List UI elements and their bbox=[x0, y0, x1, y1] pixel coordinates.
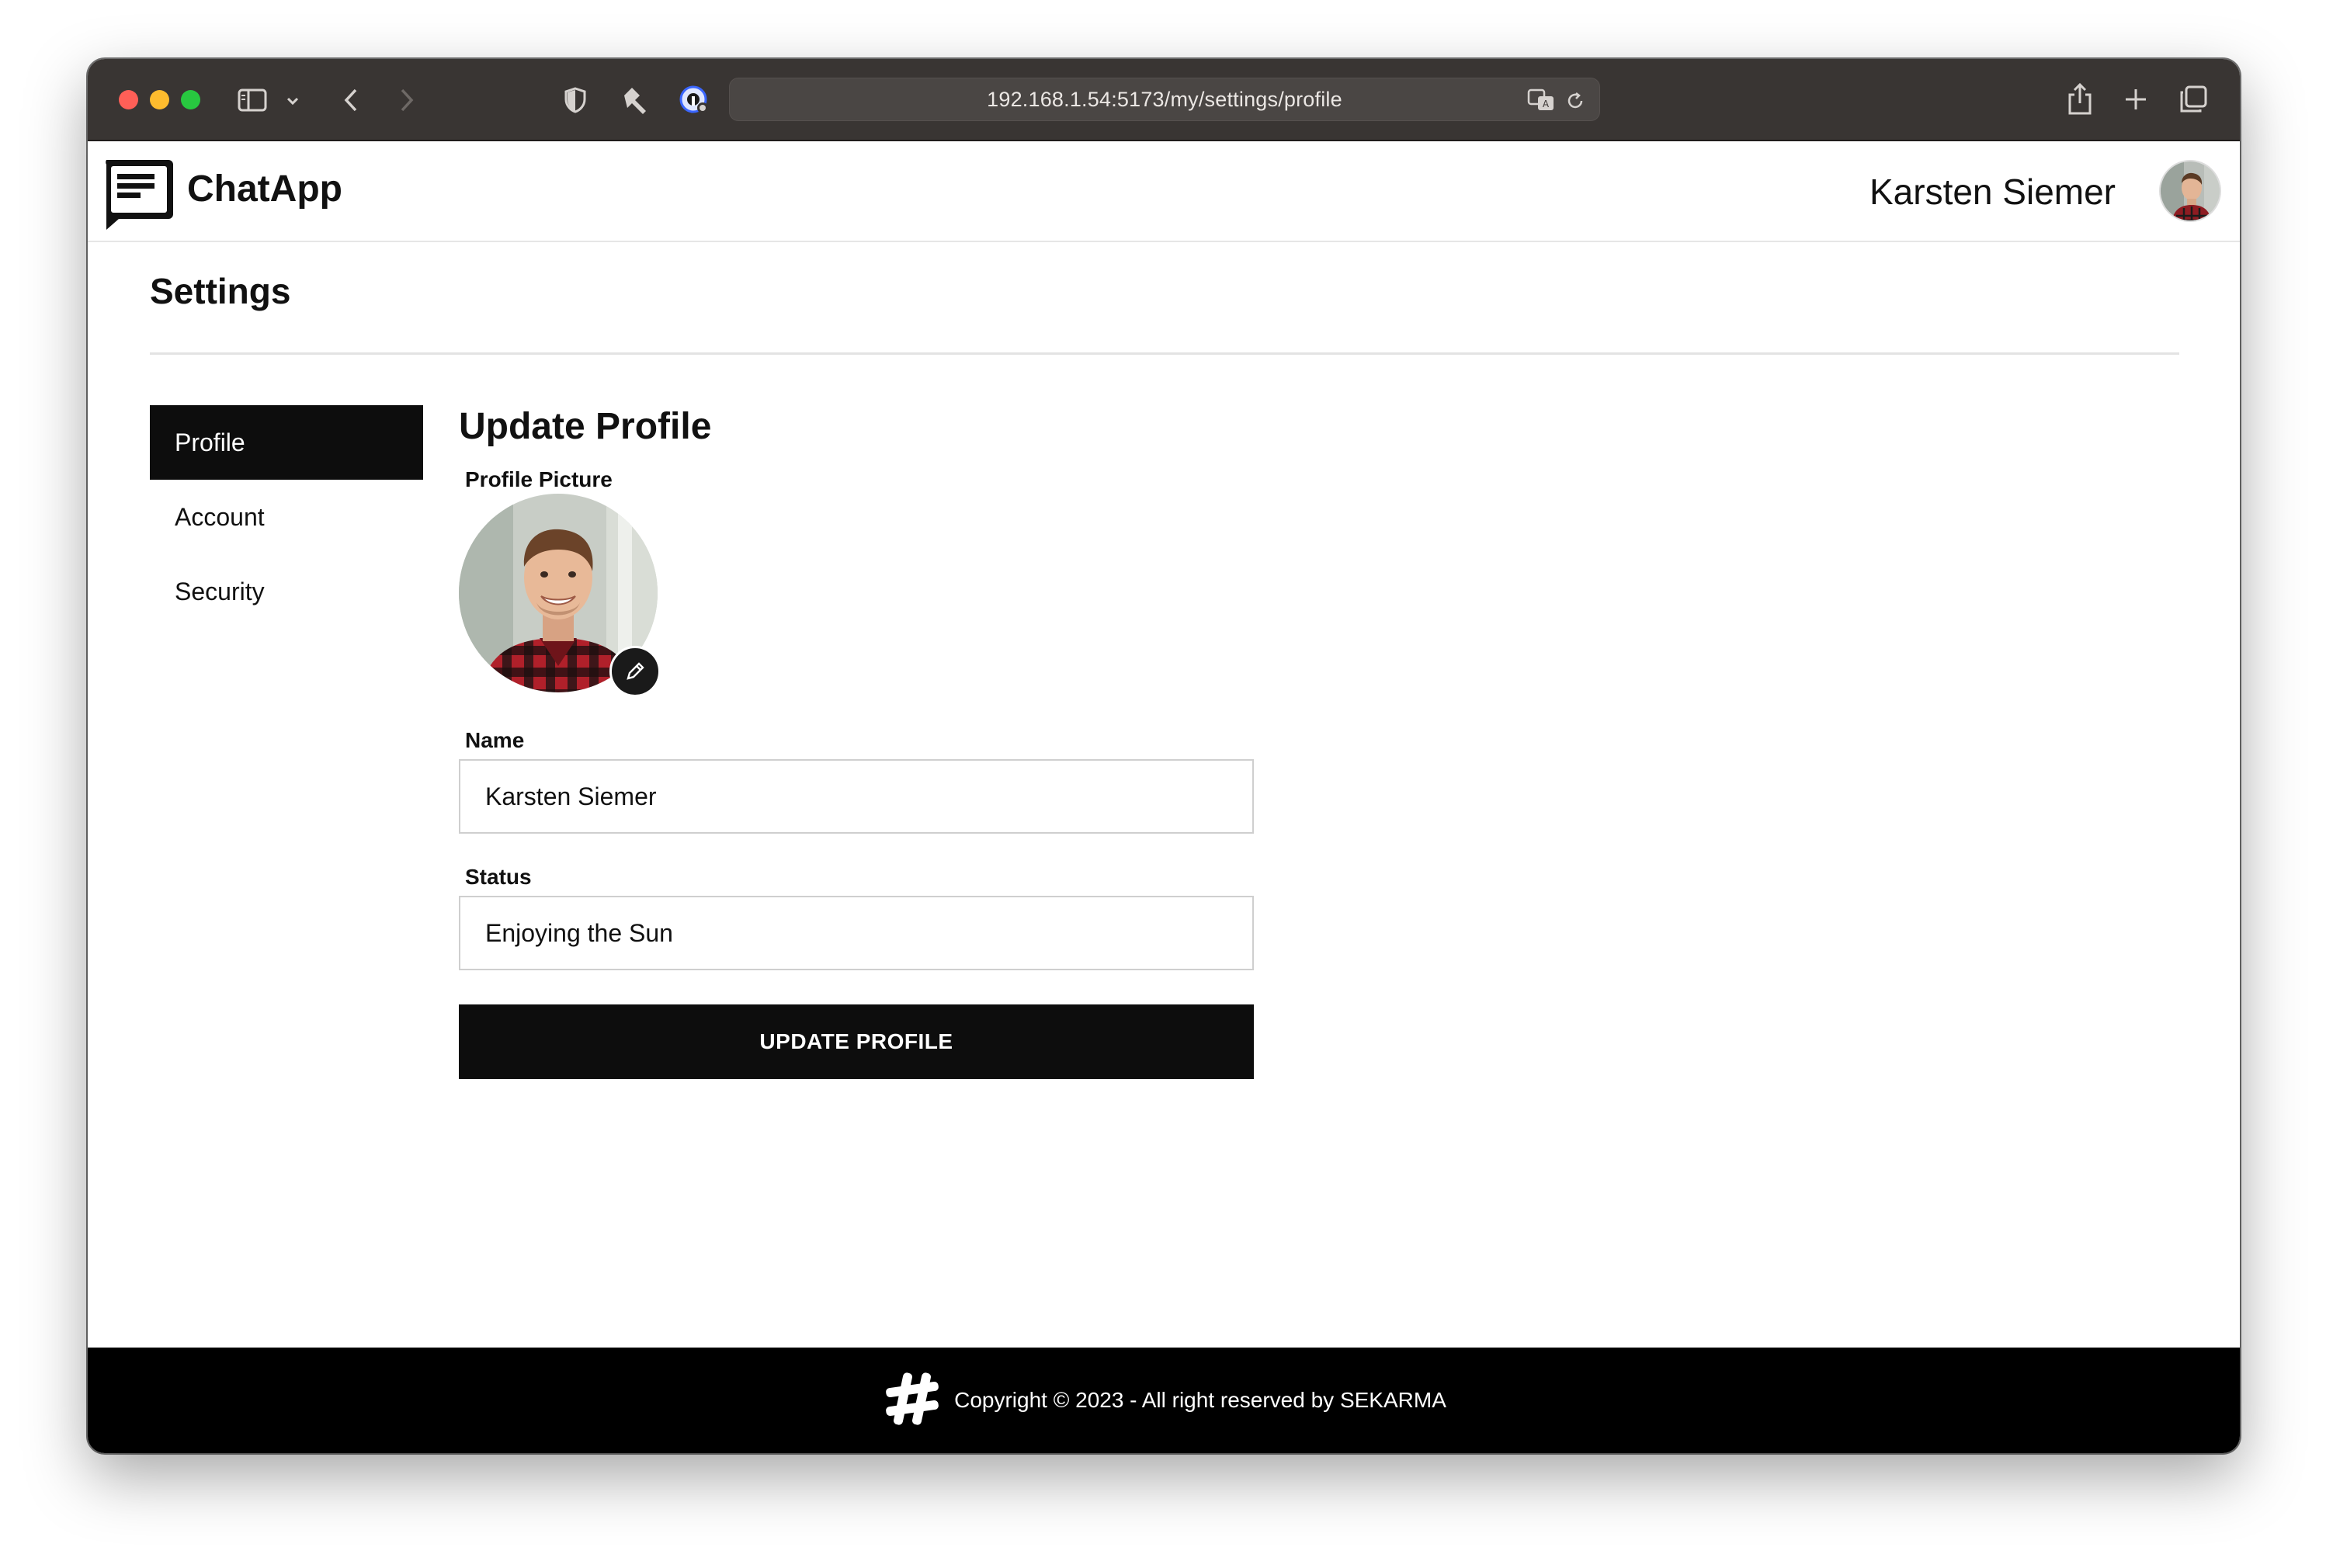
status-label: Status bbox=[465, 865, 532, 889]
page-divider bbox=[150, 352, 2179, 355]
translate-icon[interactable]: A bbox=[1526, 86, 1557, 114]
name-label: Name bbox=[465, 728, 525, 752]
privacy-shield-icon[interactable] bbox=[561, 85, 589, 115]
back-arrow-icon[interactable] bbox=[338, 85, 364, 115]
update-profile-button[interactable]: UPDATE PROFILE bbox=[459, 1004, 1254, 1079]
profile-picture-label: Profile Picture bbox=[465, 467, 613, 491]
edit-picture-button[interactable] bbox=[609, 646, 661, 697]
name-input[interactable] bbox=[459, 759, 1254, 834]
new-tab-icon[interactable] bbox=[2122, 85, 2150, 113]
page-title: Settings bbox=[150, 271, 291, 311]
password-manager-icon[interactable] bbox=[678, 84, 710, 116]
chat-logo-icon[interactable] bbox=[100, 157, 175, 231]
chevron-down-icon[interactable] bbox=[285, 93, 300, 109]
browser-toolbar: 192.168.1.54:5173/my/settings/profile A bbox=[88, 59, 2240, 141]
svg-text:A: A bbox=[1543, 99, 1550, 109]
hashtag-logo-icon bbox=[881, 1368, 943, 1434]
address-bar[interactable]: 192.168.1.54:5173/my/settings/profile A bbox=[729, 78, 1600, 121]
settings-sidebar: Profile Account Security bbox=[150, 405, 423, 629]
minimize-window-button[interactable] bbox=[150, 90, 169, 109]
zoom-window-button[interactable] bbox=[181, 90, 200, 109]
developer-tools-icon[interactable] bbox=[619, 84, 651, 116]
app-header: ChatApp Karsten Siemer bbox=[88, 141, 2240, 242]
browser-window: 192.168.1.54:5173/my/settings/profile A bbox=[88, 59, 2240, 1453]
pencil-icon bbox=[627, 662, 644, 680]
reload-icon[interactable] bbox=[1564, 89, 1587, 113]
sidebar-item-security[interactable]: Security bbox=[150, 554, 423, 629]
sidebar-item-profile[interactable]: Profile bbox=[150, 405, 423, 480]
footer: Copyright © 2023 - All right reserved by… bbox=[88, 1348, 2240, 1453]
header-user-name: Karsten Siemer bbox=[1869, 172, 2116, 212]
sidebar-item-account[interactable]: Account bbox=[150, 480, 423, 554]
section-title: Update Profile bbox=[459, 406, 712, 447]
share-icon[interactable] bbox=[2064, 81, 2095, 116]
user-avatar[interactable] bbox=[2159, 160, 2221, 222]
close-window-button[interactable] bbox=[119, 90, 138, 109]
profile-picture[interactable] bbox=[459, 494, 661, 697]
status-input[interactable] bbox=[459, 896, 1254, 970]
url-text: 192.168.1.54:5173/my/settings/profile bbox=[987, 87, 1342, 111]
forward-arrow-icon[interactable] bbox=[394, 85, 420, 115]
copyright-text: Copyright © 2023 - All right reserved by… bbox=[954, 1388, 1446, 1412]
app-brand[interactable]: ChatApp bbox=[187, 168, 342, 210]
tab-overview-icon[interactable] bbox=[2178, 84, 2209, 115]
sidebar-toggle-icon[interactable] bbox=[237, 87, 268, 113]
profile-form: Update Profile Profile Picture Name Kars… bbox=[459, 397, 1258, 1079]
